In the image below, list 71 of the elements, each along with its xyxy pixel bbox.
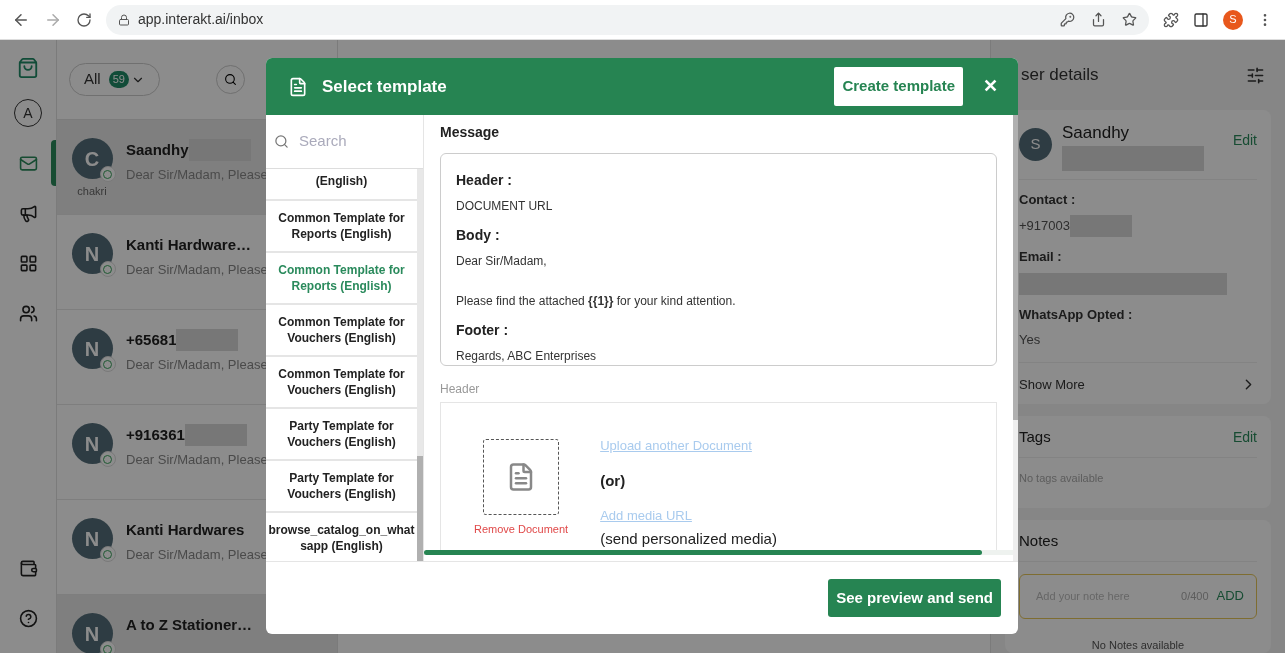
empty-text: No Notes available bbox=[1090, 637, 1186, 653]
avatar: N bbox=[71, 613, 113, 653]
dialog-title: Select template bbox=[322, 75, 447, 98]
puzzle-icon[interactable] bbox=[1163, 11, 1179, 28]
message-part-label: Header : bbox=[456, 171, 514, 190]
contact-name: A to Z Stationer… bbox=[126, 615, 253, 635]
avatar: N bbox=[71, 328, 113, 369]
contact-name: Kanti Hardware… bbox=[126, 235, 252, 255]
avatar: N bbox=[71, 518, 113, 559]
search-icon bbox=[274, 134, 289, 149]
show-more-row[interactable]: Show More bbox=[1019, 361, 1257, 394]
contact-name: Saandhy bbox=[126, 140, 189, 160]
media-note: (send personalized media) bbox=[600, 528, 777, 549]
message-part-label: Body : bbox=[456, 226, 501, 245]
message-preview: Dear Sir/Madam, Please bbox=[126, 260, 268, 279]
key-icon[interactable] bbox=[1060, 12, 1075, 27]
message-preview: Dear Sir/Madam, Please bbox=[126, 355, 268, 374]
side-panel-icon[interactable] bbox=[1193, 11, 1209, 28]
profile-avatar[interactable]: S bbox=[1223, 9, 1243, 30]
search-icon bbox=[223, 73, 237, 86]
preview-send-button[interactable]: See preview and send bbox=[828, 579, 1001, 617]
field-label: WhatsApp Opted : bbox=[1019, 305, 1134, 324]
grid-icon[interactable] bbox=[18, 253, 38, 273]
field-label: Header bbox=[440, 381, 481, 398]
message-part-label: Footer : bbox=[456, 321, 510, 340]
field-label: Contact : bbox=[1019, 190, 1077, 209]
count-badge: 59 bbox=[108, 71, 129, 88]
create-template-button[interactable]: Create template bbox=[834, 67, 963, 106]
section-title: Tags bbox=[1019, 427, 1051, 447]
contact-name: +916361 bbox=[126, 425, 185, 445]
avatar: S bbox=[1019, 128, 1052, 161]
field-value: +917003 bbox=[1019, 217, 1070, 236]
field-label: Email : bbox=[1019, 248, 1063, 266]
close-button[interactable]: ✕ bbox=[983, 73, 998, 100]
panel-title: ser details bbox=[1021, 64, 1099, 87]
edit-link[interactable]: Edit bbox=[1232, 130, 1257, 151]
remove-document-link[interactable]: Remove Document bbox=[474, 521, 569, 538]
user-name: Saandhy bbox=[1062, 122, 1131, 144]
avatar: N bbox=[71, 423, 113, 464]
message-preview: Dear Sir/Madam, Please bbox=[126, 450, 268, 469]
or-text: (or) bbox=[600, 470, 626, 491]
message-text: Regards, ABC Enterprises bbox=[456, 348, 598, 365]
star-icon[interactable] bbox=[1122, 12, 1137, 27]
reload-icon[interactable] bbox=[76, 11, 92, 28]
section-title: Message bbox=[440, 123, 501, 142]
url-text: app.interakt.ai/inbox bbox=[138, 10, 264, 29]
add-button[interactable]: ADD bbox=[1216, 586, 1244, 606]
mail-icon[interactable] bbox=[18, 153, 38, 173]
edit-link[interactable]: Edit bbox=[1232, 426, 1257, 448]
lock-icon bbox=[118, 13, 130, 26]
field-value: Yes bbox=[1019, 331, 1041, 349]
share-icon[interactable] bbox=[1091, 12, 1106, 27]
contact-name: +65681 bbox=[126, 330, 177, 350]
avatar: N bbox=[71, 233, 113, 274]
users-icon[interactable] bbox=[18, 303, 38, 323]
wallet-icon[interactable] bbox=[18, 558, 38, 578]
message-text: Dear Sir/Madam, bbox=[456, 253, 548, 270]
message-text: DOCUMENT URL bbox=[456, 198, 554, 215]
help-icon[interactable] bbox=[18, 608, 38, 628]
avatar: C bbox=[71, 138, 113, 179]
section-title: Notes bbox=[1019, 530, 1257, 562]
filter-icon[interactable] bbox=[1246, 65, 1265, 85]
document-icon bbox=[288, 76, 308, 97]
contact-name: Kanti Hardwares bbox=[126, 520, 245, 540]
bag-logo-icon bbox=[17, 57, 39, 79]
document-dropzone[interactable] bbox=[483, 439, 560, 515]
agent-name: chakri bbox=[77, 184, 107, 199]
megaphone-icon[interactable] bbox=[18, 203, 38, 223]
message-preview: Dear Sir/Madam, Please bbox=[126, 545, 268, 564]
address-bar[interactable]: app.interakt.ai/inbox bbox=[106, 4, 1149, 35]
message-text: Please find the attached {{1}} for your kind attention. bbox=[456, 293, 737, 310]
